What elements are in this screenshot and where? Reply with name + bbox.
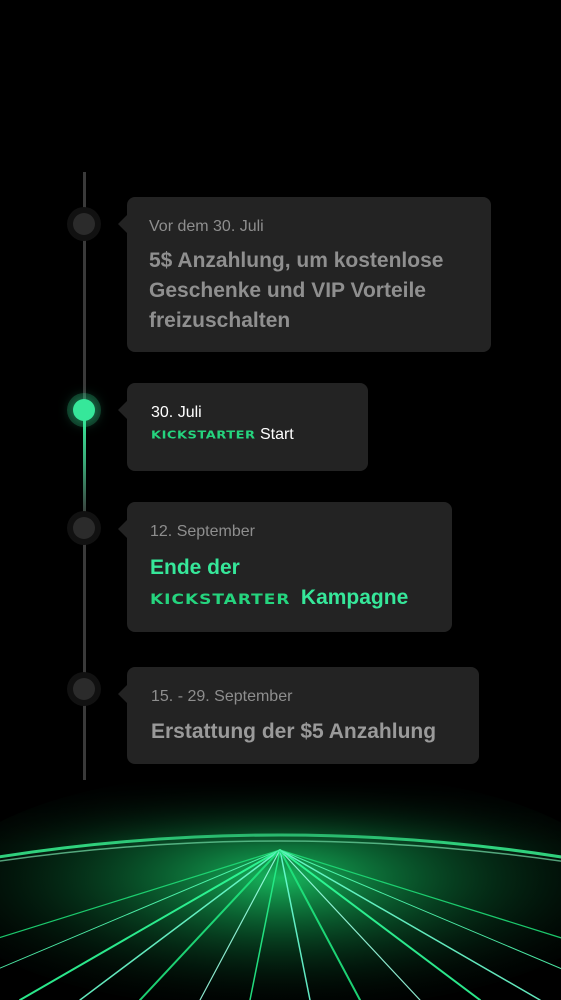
timeline-headline: Ende der bbox=[150, 556, 240, 579]
timeline-node-icon bbox=[73, 517, 95, 539]
timeline-date: 30. Juli bbox=[151, 404, 202, 421]
timeline-headline: 5$ Anzahlung, um kostenlose Geschenke un… bbox=[149, 249, 444, 332]
timeline-card-deposit: Vor dem 30. Juli 5$ Anzahlung, um kosten… bbox=[118, 197, 491, 352]
light-streaks-graphic bbox=[0, 780, 561, 1000]
background-light-streaks bbox=[0, 780, 561, 1000]
timeline-date: 12. September bbox=[150, 523, 255, 540]
kickstarter-timeline-screen: Vor dem 30. Juli 5$ Anzahlung, um kosten… bbox=[0, 0, 561, 1000]
timeline-date: Vor dem 30. Juli bbox=[149, 218, 264, 235]
timeline-headline: KICKSTARTER Start bbox=[151, 426, 344, 444]
timeline-node-icon bbox=[73, 678, 95, 700]
kickstarter-logo: KICKSTARTER bbox=[150, 591, 291, 608]
kickstarter-logo: KICKSTARTER bbox=[151, 428, 256, 442]
timeline-node-icon bbox=[73, 213, 95, 235]
timeline-card-refund: 15. - 29. September Erstattung der $5 An… bbox=[118, 667, 479, 764]
timeline-card-campaign-end: 12. September Ende der KICKSTARTER Kampa… bbox=[118, 502, 452, 632]
timeline-headline: Erstattung der $5 Anzahlung bbox=[151, 720, 437, 743]
timeline-card-launch: 30. Juli KICKSTARTER Start bbox=[118, 383, 368, 471]
launch-label: Start bbox=[259, 426, 294, 443]
timeline-date: 15. - 29. September bbox=[151, 688, 293, 705]
campaign-label: Kampagne bbox=[300, 586, 409, 609]
timeline-headline-line2: KICKSTARTER Kampagne bbox=[150, 583, 429, 615]
timeline-node-active-icon bbox=[73, 399, 95, 421]
timeline-line-highlight bbox=[83, 410, 86, 515]
